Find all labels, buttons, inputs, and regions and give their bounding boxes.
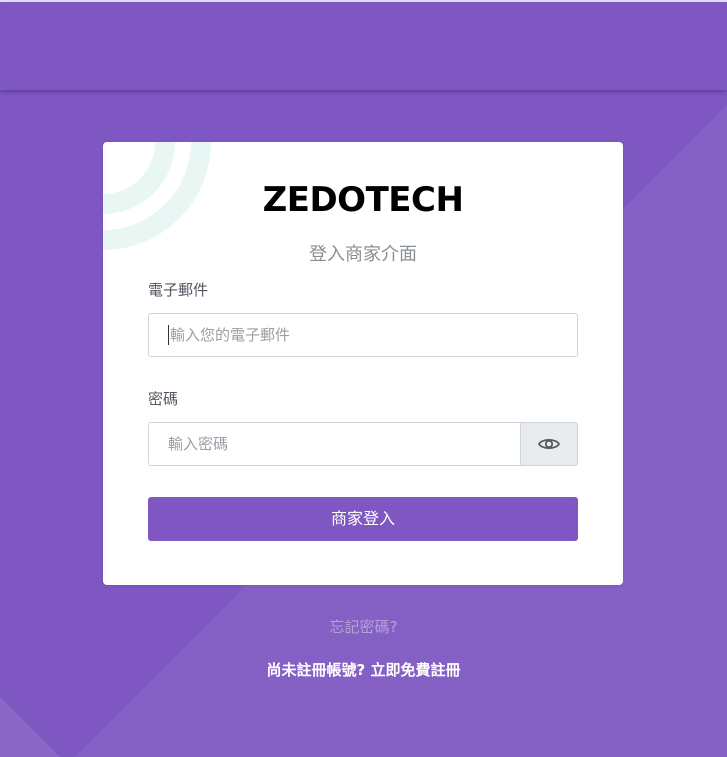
header-bar <box>0 2 727 90</box>
login-button-label: 商家登入 <box>330 509 395 528</box>
email-input[interactable]: 輸入您的電子郵件 <box>148 313 578 357</box>
password-placeholder: 輸入密碼 <box>168 435 229 453</box>
password-input[interactable]: 輸入密碼 <box>148 422 521 466</box>
signup-link[interactable]: 尚未註冊帳號? 立即免費註冊 <box>0 660 727 680</box>
login-card: ZEDOTECH 登入商家介面 電子郵件 輸入您的電子郵件 密碼 輸入密碼 商家… <box>103 142 623 585</box>
login-subtitle: 登入商家介面 <box>309 244 417 265</box>
password-toggle-button[interactable] <box>520 422 578 466</box>
corner-decoration <box>0 697 60 757</box>
brand-logo: ZEDOTECH <box>262 180 464 220</box>
forgot-password-link[interactable]: 忘記密碼? <box>0 617 727 637</box>
email-placeholder: 輸入您的電子郵件 <box>170 326 291 344</box>
eye-icon <box>538 438 560 450</box>
email-label: 電子郵件 <box>148 281 209 299</box>
login-button[interactable]: 商家登入 <box>148 497 578 541</box>
text-caret <box>168 325 169 345</box>
password-label: 密碼 <box>148 390 179 408</box>
